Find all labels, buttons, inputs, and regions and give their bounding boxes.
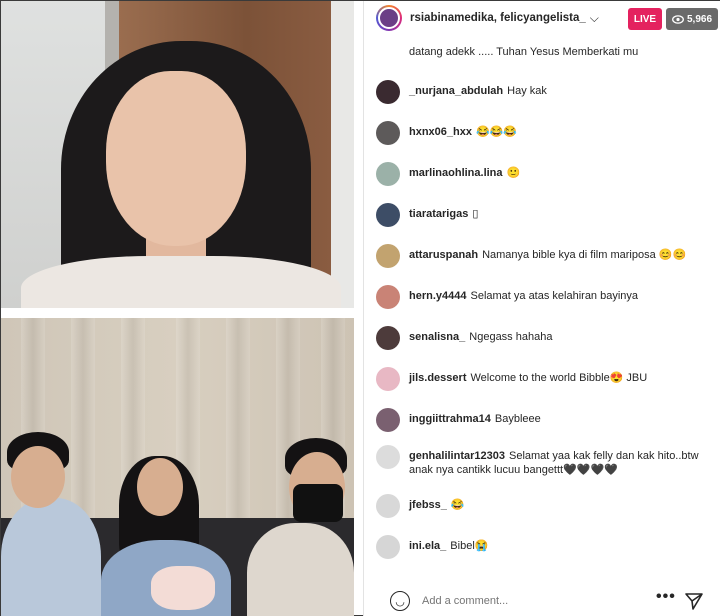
comment-username[interactable]: jfebss_ [409, 499, 447, 511]
commenter-avatar[interactable] [376, 285, 400, 309]
comment-message: Welcome to the world Bibble😍 JBU [470, 372, 648, 384]
comment-username[interactable]: marlinaohlina.lina [409, 167, 503, 179]
more-options-icon[interactable]: ••• [656, 588, 676, 606]
host-video-feed[interactable] [1, 1, 354, 308]
curtain-fold [226, 318, 250, 548]
comment-text-block: ini.ela_ Bibel😭 [409, 539, 488, 553]
wall [331, 1, 354, 308]
comment-message: ▯ [472, 208, 479, 220]
comment-username[interactable]: inggiittrahma14 [409, 413, 491, 425]
comment-username[interactable]: hern.y4444 [409, 290, 466, 302]
commenter-avatar[interactable] [376, 494, 400, 518]
comment-text-block: senalisna_ Ngegass hahaha [409, 330, 552, 344]
comment-message: 🙂 [506, 167, 521, 179]
comment-message: 😂😂😂 [475, 126, 518, 138]
live-chat-panel: rsiabinamedika, felicyangelista_ ⌵ LIVE … [363, 1, 720, 616]
comment-username[interactable]: ini.ela_ [409, 540, 446, 552]
presenter-face [106, 71, 246, 246]
comment-text-block: datang adekk ..... Tuhan Yesus Memberkat… [409, 45, 638, 59]
comment-text-block: jils.dessert Welcome to the world Bibble😍… [409, 371, 647, 385]
commenter-avatar[interactable] [376, 203, 400, 227]
comment-text-block: _nurjana_abdulah Hay kak [409, 84, 547, 98]
commenter-avatar[interactable] [376, 121, 400, 145]
comment-message: Ngegass hahaha [469, 331, 553, 343]
comment-message: Hay kak [507, 85, 547, 97]
host-names[interactable]: rsiabinamedika, felicyangelista_ [410, 12, 586, 24]
comment-item: marlinaohlina.lina 🙂 [376, 162, 716, 186]
comment-item: hern.y4444 Selamat ya atas kelahiran bayi… [376, 285, 716, 309]
commenter-avatar[interactable] [376, 408, 400, 432]
comment-item: senalisna_ Ngegass hahaha [376, 326, 716, 350]
commenter-avatar[interactable] [376, 326, 400, 350]
comment-text-block: attaruspanah Namanya bible kya di film ma… [409, 248, 686, 262]
comment-username[interactable]: tiaratarigas [409, 208, 468, 220]
comment-item: jfebss_ 😂 [376, 494, 716, 518]
commenter-avatar[interactable] [376, 244, 400, 268]
comment-composer: ◡ ••• [372, 586, 716, 616]
eye-icon [672, 14, 684, 24]
commenter-avatar[interactable] [376, 162, 400, 186]
comment-item: genhalilintar12303 Selamat yaa kak felly … [376, 445, 716, 477]
chevron-down-icon[interactable]: ⌵ [590, 11, 599, 26]
comment-username[interactable]: senalisna_ [409, 331, 465, 343]
comment-item: attaruspanah Namanya bible kya di film ma… [376, 244, 716, 268]
commenter-avatar[interactable] [376, 535, 400, 559]
comment-text-block: genhalilintar12303 Selamat yaa kak felly … [409, 449, 716, 477]
comment-username[interactable]: attaruspanah [409, 249, 478, 261]
comment-item: _nurjana_abdulah Hay kak [376, 80, 716, 104]
comment-input[interactable] [422, 595, 622, 607]
viewer-count: 5,966 [686, 13, 713, 25]
comment-text-block: hxnx06_hxx 😂😂😂 [409, 125, 517, 139]
comment-text-block: jfebss_ 😂 [409, 498, 465, 512]
send-icon[interactable] [684, 591, 704, 611]
comment-message: Baybleee [494, 413, 541, 425]
comment-message: Selamat ya atas kelahiran bayinya [470, 290, 639, 302]
comment-item: datang adekk ..... Tuhan Yesus Memberkat… [376, 45, 716, 65]
newborn-baby [151, 566, 215, 610]
video-divider [1, 308, 354, 318]
live-stream-window: rsiabinamedika, felicyangelista_ ⌵ LIVE … [0, 0, 720, 616]
comment-text-block: inggiittrahma14 Baybleee [409, 412, 541, 426]
commenter-avatar[interactable] [376, 80, 400, 104]
comment-username[interactable]: genhalilintar12303 [409, 450, 505, 462]
comment-username[interactable]: hxnx06_hxx [409, 126, 472, 138]
guest-man-left-head [11, 446, 65, 508]
comment-message: 😂 [450, 499, 465, 511]
live-badge: LIVE [628, 8, 662, 30]
guest-video-feed[interactable] [1, 318, 354, 616]
comment-item: inggiittrahma14 Baybleee [376, 408, 716, 432]
comment-message: Namanya bible kya di film mariposa 😊😊 [482, 249, 687, 261]
emoji-smile-icon[interactable]: ◡ [390, 591, 410, 611]
commenter-avatar[interactable] [376, 445, 400, 469]
host-avatar[interactable] [376, 5, 402, 31]
comment-item: tiaratarigas ▯ [376, 203, 716, 227]
comment-username[interactable]: _nurjana_abdulah [409, 85, 503, 97]
guest-man-right [247, 523, 354, 616]
comment-message: Bibel😭 [450, 540, 489, 552]
viewer-count-badge[interactable]: 5,966 [666, 8, 718, 30]
presenter-shoulders [21, 256, 341, 308]
comment-message: datang adekk ..... Tuhan Yesus Memberkat… [409, 46, 639, 58]
comment-item: jils.dessert Welcome to the world Bibble😍… [376, 367, 716, 391]
comment-username[interactable]: jils.dessert [409, 372, 466, 384]
comment-text-block: hern.y4444 Selamat ya atas kelahiran bayi… [409, 289, 638, 303]
comment-item: hxnx06_hxx 😂😂😂 [376, 121, 716, 145]
guest-man-left [1, 498, 101, 616]
comment-item: ini.ela_ Bibel😭 [376, 535, 716, 559]
comment-text-block: marlinaohlina.lina 🙂 [409, 166, 520, 180]
comment-list[interactable]: datang adekk ..... Tuhan Yesus Memberkat… [364, 35, 720, 571]
guest-woman-head [137, 458, 183, 516]
comment-text-block: tiaratarigas ▯ [409, 207, 478, 221]
face-mask [293, 484, 343, 522]
commenter-avatar[interactable] [376, 367, 400, 391]
